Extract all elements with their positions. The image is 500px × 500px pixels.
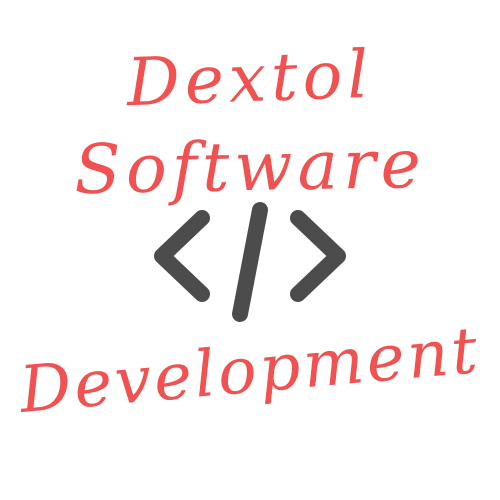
code-brackets-icon [154,202,346,322]
right-angle-bracket [290,210,346,302]
logo: Dextol Software Development [0,0,500,500]
logo-line-dextol: Dextol [125,35,375,122]
slash [232,202,268,322]
left-angle-bracket [154,210,210,302]
